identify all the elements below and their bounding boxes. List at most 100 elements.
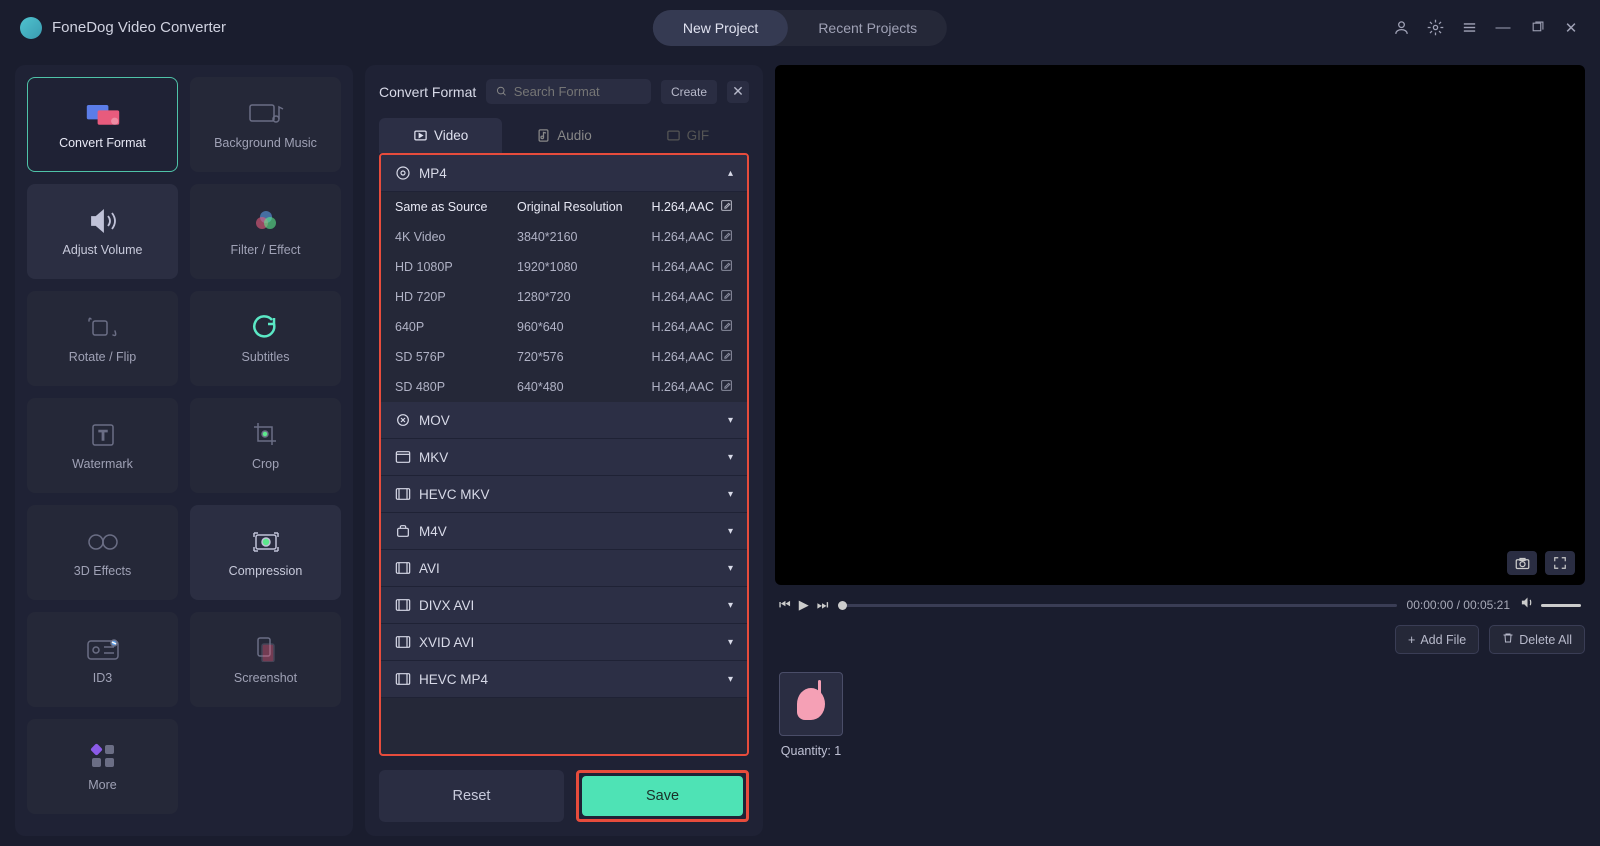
preset-name: Same as Source xyxy=(395,200,517,214)
edit-preset-icon[interactable] xyxy=(720,349,733,365)
preset-codec: H.264,AAC xyxy=(651,379,733,395)
preset-name: HD 720P xyxy=(395,290,517,304)
preset-row[interactable]: 4K Video3840*2160H.264,AAC xyxy=(381,222,747,252)
edit-preset-icon[interactable] xyxy=(720,259,733,275)
tool-rotate-flip[interactable]: Rotate / Flip xyxy=(27,291,178,386)
app-logo-icon xyxy=(20,17,42,39)
format-icon xyxy=(395,449,411,465)
tool-id3[interactable]: ID3 xyxy=(27,612,178,707)
video-icon xyxy=(413,128,428,143)
tool-crop[interactable]: Crop xyxy=(190,398,341,493)
audio-tab[interactable]: Audio xyxy=(502,118,625,153)
video-tab[interactable]: Video xyxy=(379,118,502,153)
fullscreen-button[interactable] xyxy=(1545,551,1575,575)
edit-preset-icon[interactable] xyxy=(720,289,733,305)
gif-tab[interactable]: GIF xyxy=(626,118,749,153)
preset-name: SD 480P xyxy=(395,380,517,394)
progress-handle[interactable] xyxy=(838,601,847,610)
clip-thumbnail[interactable] xyxy=(779,672,843,736)
rotate-flip-icon xyxy=(85,314,121,342)
video-player[interactable] xyxy=(775,65,1585,585)
preset-row[interactable]: SD 576P720*576H.264,AAC xyxy=(381,342,747,372)
subtitles-icon xyxy=(248,314,284,342)
edit-preset-icon[interactable] xyxy=(720,229,733,245)
format-icon xyxy=(395,671,411,687)
player-controls: ⏮ ▶ ⏭ 00:00:00 / 00:05:21 xyxy=(775,595,1585,615)
music-note-icon xyxy=(797,688,825,720)
tool-compression[interactable]: Compression xyxy=(190,505,341,600)
edit-preset-icon[interactable] xyxy=(720,379,733,395)
search-format-input[interactable] xyxy=(486,79,651,104)
tool-watermark[interactable]: T Watermark xyxy=(27,398,178,493)
delete-all-button[interactable]: Delete All xyxy=(1489,625,1585,654)
preset-codec: H.264,AAC xyxy=(651,259,733,275)
next-button[interactable]: ⏭ xyxy=(817,597,829,613)
tool-adjust-volume[interactable]: Adjust Volume xyxy=(27,184,178,279)
preset-resolution: 720*576 xyxy=(517,350,651,364)
more-icon xyxy=(85,742,121,770)
settings-icon[interactable] xyxy=(1426,19,1444,37)
clip-item[interactable]: Quantity: 1 xyxy=(779,672,843,758)
new-project-tab[interactable]: New Project xyxy=(653,10,788,46)
edit-preset-icon[interactable] xyxy=(720,319,733,335)
user-icon[interactable] xyxy=(1392,19,1410,37)
preset-row[interactable]: HD 1080P1920*1080H.264,AAC xyxy=(381,252,747,282)
format-group-mp4[interactable]: MP4 ▴ xyxy=(381,155,747,192)
tool-more[interactable]: More xyxy=(27,719,178,814)
menu-icon[interactable] xyxy=(1460,19,1478,37)
id3-icon xyxy=(85,635,121,663)
tool-filter-effect[interactable]: Filter / Effect xyxy=(190,184,341,279)
close-button[interactable]: ✕ xyxy=(1562,19,1580,37)
preset-row[interactable]: Same as SourceOriginal ResolutionH.264,A… xyxy=(381,192,747,222)
volume-icon[interactable] xyxy=(1520,595,1535,615)
progress-bar[interactable] xyxy=(838,604,1396,607)
plus-icon: + xyxy=(1408,633,1415,647)
tool-subtitles[interactable]: Subtitles xyxy=(190,291,341,386)
format-list: MP4 ▴ Same as SourceOriginal ResolutionH… xyxy=(379,153,749,756)
format-group-mov[interactable]: MOV▾ xyxy=(381,402,747,439)
reset-button[interactable]: Reset xyxy=(379,770,564,822)
recent-projects-tab[interactable]: Recent Projects xyxy=(788,10,947,46)
preset-row[interactable]: HD 720P1280*720H.264,AAC xyxy=(381,282,747,312)
preset-codec: H.264,AAC xyxy=(651,229,733,245)
format-icon xyxy=(395,597,411,613)
preset-row[interactable]: SD 480P640*480H.264,AAC xyxy=(381,372,747,402)
maximize-button[interactable] xyxy=(1528,19,1546,37)
convert-format-panel: Convert Format Create ✕ Video Audio GIF xyxy=(365,65,763,836)
tool-background-music[interactable]: Background Music xyxy=(190,77,341,172)
preset-codec: H.264,AAC xyxy=(651,319,733,335)
preset-codec: H.264,AAC xyxy=(651,199,733,215)
play-button[interactable]: ▶ xyxy=(799,597,809,613)
tool-3d-effects[interactable]: 3D Effects xyxy=(27,505,178,600)
preset-codec: H.264,AAC xyxy=(651,349,733,365)
minimize-button[interactable]: — xyxy=(1494,19,1512,37)
chevron-down-icon: ▾ xyxy=(728,452,733,463)
format-group-m4v[interactable]: M4V▾ xyxy=(381,513,747,550)
tools-sidebar: Convert Format Background Music Adjust V… xyxy=(15,65,353,836)
preset-resolution: 640*480 xyxy=(517,380,651,394)
prev-button[interactable]: ⏮ xyxy=(779,597,791,613)
preset-codec: H.264,AAC xyxy=(651,289,733,305)
format-group-xvid-avi[interactable]: XVID AVI▾ xyxy=(381,624,747,661)
preset-row[interactable]: 640P960*640H.264,AAC xyxy=(381,312,747,342)
create-button[interactable]: Create xyxy=(661,80,717,104)
tool-convert-format[interactable]: Convert Format xyxy=(27,77,178,172)
preset-name: SD 576P xyxy=(395,350,517,364)
snapshot-button[interactable] xyxy=(1507,551,1537,575)
edit-preset-icon[interactable] xyxy=(720,199,733,215)
add-file-button[interactable]: +Add File xyxy=(1395,625,1479,654)
tool-screenshot[interactable]: Screenshot xyxy=(190,612,341,707)
format-group-hevc-mp4[interactable]: HEVC MP4▾ xyxy=(381,661,747,698)
format-group-hevc-mkv[interactable]: HEVC MKV▾ xyxy=(381,476,747,513)
format-group-divx-avi[interactable]: DIVX AVI▾ xyxy=(381,587,747,624)
panel-title: Convert Format xyxy=(379,84,476,100)
search-icon xyxy=(496,85,507,98)
gif-icon xyxy=(666,128,681,143)
format-group-mkv[interactable]: MKV▾ xyxy=(381,439,747,476)
volume-slider[interactable] xyxy=(1541,604,1581,607)
close-panel-button[interactable]: ✕ xyxy=(727,81,749,103)
audio-icon xyxy=(536,128,551,143)
save-button[interactable]: Save xyxy=(582,776,743,816)
chevron-down-icon: ▾ xyxy=(728,415,733,426)
format-group-avi[interactable]: AVI▾ xyxy=(381,550,747,587)
